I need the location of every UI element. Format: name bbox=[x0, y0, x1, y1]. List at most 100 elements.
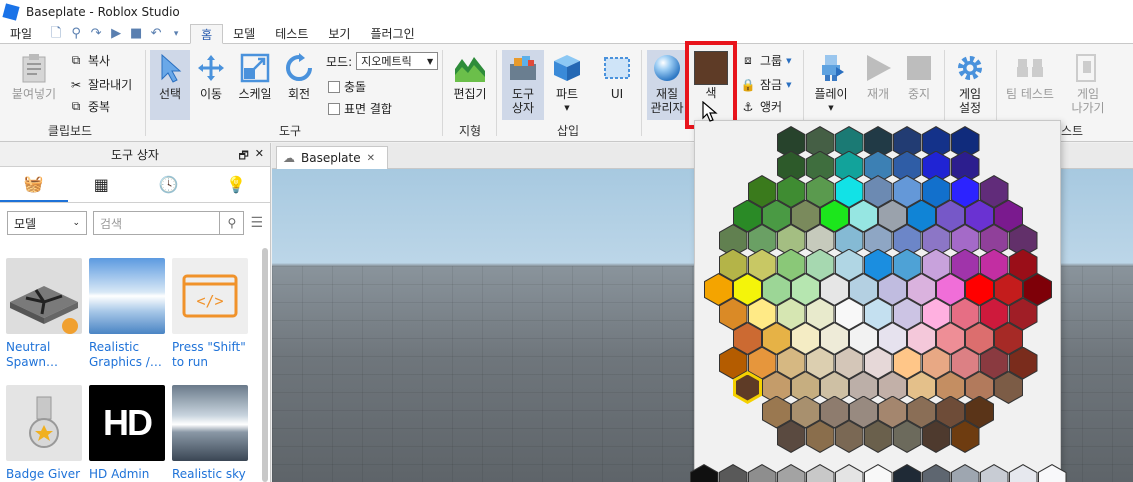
paste-button[interactable]: 붙여넣기 bbox=[8, 52, 60, 101]
asset-item[interactable]: Badge Giver bbox=[6, 385, 82, 482]
gray-swatch-hex[interactable] bbox=[834, 464, 864, 482]
group-button[interactable]: ⧈ 그룹 ▼ bbox=[740, 52, 791, 69]
lock-button[interactable]: 🔒 잠금 ▼ bbox=[740, 76, 792, 93]
ui-button[interactable]: UI bbox=[598, 52, 636, 101]
asset-item[interactable]: HD HD Admin bbox=[89, 385, 165, 482]
tab-inventory[interactable]: ▦ bbox=[68, 167, 136, 202]
toolbox-button[interactable]: 도구 상자 bbox=[502, 52, 544, 115]
play-figure-icon bbox=[815, 52, 847, 84]
redo-icon[interactable]: ↷ bbox=[88, 26, 104, 41]
overflow-icon[interactable]: ▾ bbox=[168, 27, 184, 41]
rotate-icon bbox=[283, 52, 315, 84]
resume-icon bbox=[862, 52, 894, 84]
float-panel-icon[interactable]: 🗗 bbox=[238, 147, 248, 166]
gray-swatch-hex[interactable] bbox=[805, 464, 835, 482]
asset-item[interactable]: Neutral Spawn… bbox=[6, 258, 82, 370]
stop-icon[interactable]: ■ bbox=[128, 26, 144, 41]
asset-thumbnail: HD bbox=[89, 385, 165, 461]
asset-item[interactable]: </> Press "Shift" to run bbox=[172, 258, 248, 370]
find-icon[interactable]: ⚲ bbox=[68, 26, 84, 41]
asset-thumbnail bbox=[6, 385, 82, 461]
separator bbox=[145, 50, 146, 136]
collisions-toggle[interactable]: 충돌 bbox=[328, 78, 366, 95]
stop-button[interactable]: 중지 bbox=[900, 52, 938, 101]
cloud-icon: ☁ bbox=[283, 151, 295, 165]
copy-button[interactable]: ⧉ 복사 bbox=[68, 52, 110, 69]
gray-swatch-hex[interactable] bbox=[863, 464, 893, 482]
category-select[interactable]: 모델 ⌄ bbox=[7, 211, 87, 235]
chevron-down-icon: ▼ bbox=[828, 104, 834, 112]
collisions-checkbox[interactable] bbox=[328, 80, 340, 93]
gray-swatch-hex[interactable] bbox=[1008, 464, 1038, 482]
filter-settings-icon[interactable]: ☰ bbox=[250, 215, 263, 231]
gray-swatch-hex[interactable] bbox=[892, 464, 922, 482]
insert-group-label: 삽입 bbox=[556, 124, 580, 138]
resume-button[interactable]: 재개 bbox=[858, 52, 898, 101]
close-icon[interactable]: ✕ bbox=[255, 147, 264, 166]
part-button[interactable]: 파트 ▼ bbox=[548, 52, 586, 115]
asset-label: HD Admin bbox=[89, 467, 150, 481]
new-file-icon[interactable]: 🗋 bbox=[48, 26, 64, 41]
toolbox-icon bbox=[507, 52, 539, 84]
duplicate-button[interactable]: ⧉ 중복 bbox=[68, 98, 110, 115]
asset-item[interactable]: Realistic sky bbox=[172, 385, 248, 482]
anchor-button[interactable]: ⚓ 앵커 bbox=[740, 98, 782, 115]
hd-admin-logo: HD bbox=[103, 402, 153, 443]
color-palette-popup bbox=[689, 120, 1067, 482]
color-swatch[interactable] bbox=[694, 51, 728, 85]
search-input[interactable]: 검색 ⚲ bbox=[93, 211, 245, 235]
gray-swatch-hex[interactable] bbox=[718, 464, 748, 482]
join-surfaces-checkbox[interactable] bbox=[328, 102, 340, 115]
play-button[interactable]: 플레이 ▼ bbox=[809, 52, 853, 115]
separator bbox=[442, 50, 443, 136]
toolbox-panel: 도구 상자 🗗 ✕ 🧺 ▦ 🕓 💡 모델 ⌄ 검색 ⚲ ☰ Neutral Spa… bbox=[0, 143, 271, 482]
move-arrows-icon bbox=[195, 52, 227, 84]
undo-icon[interactable]: ↶ bbox=[148, 26, 164, 41]
gray-swatch-hex[interactable] bbox=[776, 464, 806, 482]
scale-button[interactable]: 스케일 bbox=[234, 52, 276, 101]
rotate-button[interactable]: 회전 bbox=[280, 52, 318, 101]
gray-swatch-hex[interactable] bbox=[689, 464, 719, 482]
close-icon[interactable]: ✕ bbox=[367, 153, 375, 164]
team-test-button[interactable]: 팀 테스트 bbox=[1000, 52, 1060, 101]
tab-baseplate[interactable]: ☁ Baseplate ✕ bbox=[276, 146, 388, 169]
svg-text:</>: </> bbox=[196, 292, 223, 310]
move-button[interactable]: 이동 bbox=[192, 52, 230, 101]
search-icon[interactable]: ⚲ bbox=[219, 212, 243, 234]
gray-swatch-hex[interactable] bbox=[950, 464, 980, 482]
tab-home[interactable]: 홈 bbox=[190, 24, 224, 44]
tab-marketplace[interactable]: 🧺 bbox=[0, 167, 68, 202]
gray-swatch-hex[interactable] bbox=[979, 464, 1009, 482]
tab-view[interactable]: 보기 bbox=[318, 24, 360, 43]
tab-creations[interactable]: 💡 bbox=[203, 167, 271, 202]
terrain-editor-button[interactable]: 편집기 bbox=[448, 52, 492, 101]
lock-icon: 🔒 bbox=[740, 77, 756, 92]
play-icon[interactable]: ▶ bbox=[108, 26, 124, 41]
duplicate-icon: ⧉ bbox=[71, 99, 81, 113]
select-button[interactable]: 선택 bbox=[150, 52, 190, 101]
group-icon: ⧈ bbox=[744, 53, 752, 67]
gray-swatch-hex[interactable] bbox=[747, 464, 777, 482]
color-button[interactable]: 색 bbox=[689, 86, 733, 100]
game-settings-button[interactable]: 게임 설정 bbox=[948, 52, 992, 115]
cursor-arrow-icon bbox=[154, 52, 186, 84]
exit-game-button[interactable]: 게임 나가기 bbox=[1064, 52, 1112, 115]
tab-test[interactable]: 테스트 bbox=[265, 24, 318, 43]
tab-recent[interactable]: 🕓 bbox=[135, 167, 203, 202]
asset-item[interactable]: Realistic Graphics /… bbox=[89, 258, 165, 370]
anchor-icon: ⚓ bbox=[742, 99, 754, 114]
tab-plugins[interactable]: 플러그인 bbox=[360, 24, 424, 43]
toolbox-scrollbar[interactable] bbox=[262, 248, 268, 482]
gray-swatch-hex[interactable] bbox=[921, 464, 951, 482]
file-menu[interactable]: 파일 bbox=[0, 24, 42, 43]
join-surfaces-toggle[interactable]: 표면 결합 bbox=[328, 100, 392, 117]
material-manager-button[interactable]: 재질 관리자 bbox=[647, 52, 687, 115]
cut-button[interactable]: ✂ 잘라내기 bbox=[68, 76, 132, 93]
grid-icon: ▦ bbox=[93, 175, 109, 194]
tab-model[interactable]: 모델 bbox=[223, 24, 265, 43]
gear-icon bbox=[954, 52, 986, 84]
mode-select[interactable]: 지오메트릭 ▼ bbox=[356, 52, 439, 70]
asset-thumbnail bbox=[172, 385, 248, 461]
separator bbox=[496, 50, 497, 136]
cube-icon bbox=[551, 52, 583, 84]
